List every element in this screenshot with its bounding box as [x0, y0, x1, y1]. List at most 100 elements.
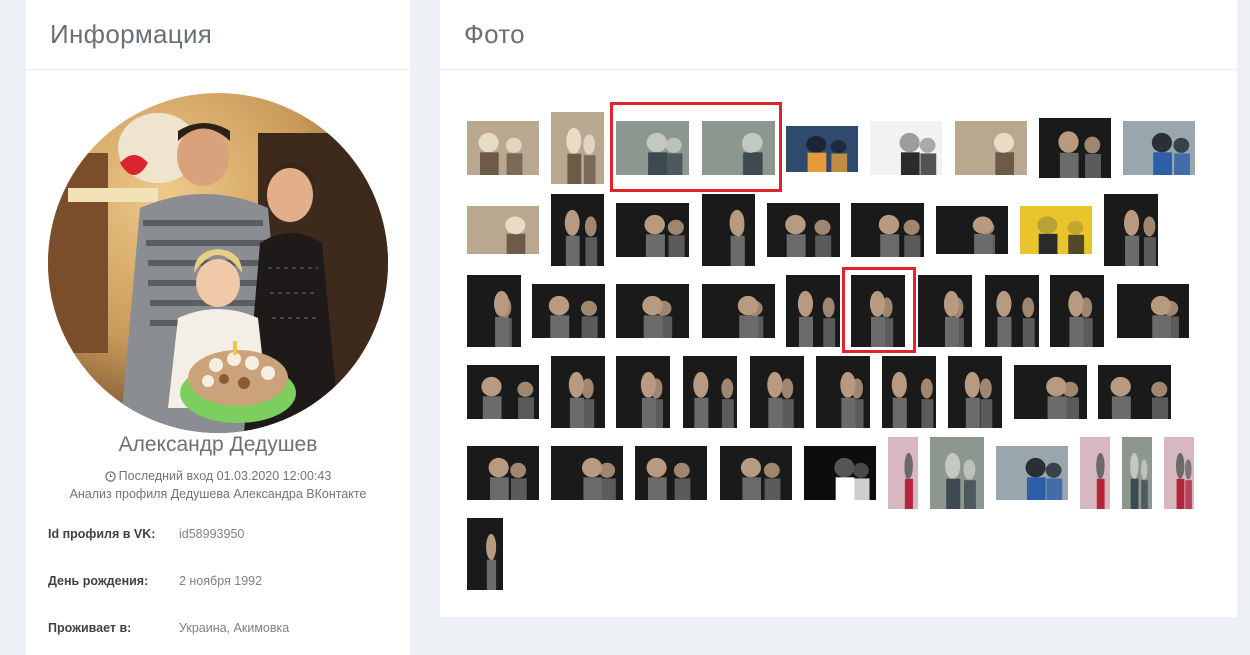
photo-image [948, 356, 1002, 428]
photo-image [1014, 365, 1087, 419]
photos-card-header: Фото [440, 0, 1237, 70]
photo-thumbnail[interactable] [467, 206, 539, 254]
photo-thumbnail[interactable] [616, 121, 689, 175]
field-label: Проживает в: [48, 621, 132, 635]
photo-image [702, 121, 775, 175]
photo-image [1080, 437, 1110, 509]
photo-thumbnail[interactable] [467, 446, 539, 500]
photo-image [930, 437, 984, 509]
photo-image [467, 206, 539, 254]
photo-thumbnail[interactable] [870, 121, 942, 175]
photo-thumbnail[interactable] [1050, 275, 1104, 347]
photo-image [720, 446, 792, 500]
photo-thumbnail[interactable] [996, 446, 1068, 500]
photo-image [683, 356, 737, 428]
photo-thumbnail[interactable] [1123, 121, 1195, 175]
photo-thumbnail[interactable] [616, 284, 689, 338]
photo-thumbnail[interactable] [616, 203, 689, 257]
info-card-header: Информация [26, 0, 410, 70]
photo-thumbnail[interactable] [786, 126, 858, 172]
photo-thumbnail[interactable] [1098, 365, 1171, 419]
photo-image [816, 356, 870, 428]
photo-thumbnail[interactable] [882, 356, 936, 428]
photo-thumbnail[interactable] [851, 203, 924, 257]
photo-thumbnail[interactable] [551, 112, 604, 184]
photo-image [616, 356, 670, 428]
photo-thumbnail[interactable] [702, 194, 755, 266]
photo-image [467, 518, 503, 590]
field-location: Проживает в: Украина, Акимовка [48, 621, 388, 635]
photo-thumbnail[interactable] [551, 446, 623, 500]
photo-thumbnail[interactable] [1014, 365, 1087, 419]
photo-image [870, 121, 942, 175]
photo-thumbnail[interactable] [1104, 194, 1158, 266]
photo-thumbnail[interactable] [467, 518, 503, 590]
info-card: Информация Александр Дедушев Последний в… [26, 0, 410, 655]
photo-image [918, 275, 972, 347]
photo-thumbnail[interactable] [1020, 206, 1092, 254]
photo-thumbnail[interactable] [702, 121, 775, 175]
photo-thumbnail[interactable] [635, 446, 707, 500]
photo-thumbnail[interactable] [816, 356, 870, 428]
photo-image [882, 356, 936, 428]
photo-thumbnail[interactable] [467, 121, 539, 175]
photo-image [467, 446, 539, 500]
photo-thumbnail[interactable] [955, 121, 1027, 175]
photo-thumbnail[interactable] [532, 284, 605, 338]
photo-image [786, 275, 840, 347]
photo-thumbnail[interactable] [767, 203, 840, 257]
photo-thumbnail[interactable] [683, 356, 737, 428]
photo-image [1050, 275, 1104, 347]
photo-image [1164, 437, 1194, 509]
photo-thumbnail[interactable] [1164, 437, 1194, 509]
photo-thumbnail[interactable] [1080, 437, 1110, 509]
photo-thumbnail[interactable] [1117, 284, 1189, 338]
avatar-photo [48, 93, 388, 433]
photo-thumbnail[interactable] [985, 275, 1039, 347]
photo-thumbnail[interactable] [948, 356, 1002, 428]
photo-thumbnail[interactable] [467, 275, 521, 347]
photo-thumbnail[interactable] [616, 356, 670, 428]
photo-image [702, 284, 775, 338]
photo-thumbnail[interactable] [750, 356, 804, 428]
photo-image [888, 437, 918, 509]
photo-thumbnail[interactable] [551, 356, 605, 428]
photo-thumbnail[interactable] [786, 275, 840, 347]
info-title: Информация [50, 19, 213, 49]
field-label: Id профиля в VK: [48, 527, 156, 541]
photo-image [532, 284, 605, 338]
photo-thumbnail[interactable] [936, 206, 1008, 254]
photo-image [767, 203, 840, 257]
photo-image [851, 275, 905, 347]
photo-thumbnail[interactable] [918, 275, 972, 347]
photo-image [804, 446, 876, 500]
photo-thumbnail[interactable] [551, 194, 604, 266]
photo-image [616, 121, 689, 175]
clock-icon [104, 470, 116, 482]
photo-thumbnail[interactable] [702, 284, 775, 338]
photos-title: Фото [464, 19, 525, 49]
photo-thumbnail[interactable] [804, 446, 876, 500]
photo-image [635, 446, 707, 500]
photo-thumbnail[interactable] [720, 446, 792, 500]
photo-image [551, 194, 604, 266]
photo-image [955, 121, 1027, 175]
photo-thumbnail[interactable] [1122, 437, 1152, 509]
photo-thumbnail[interactable] [851, 275, 905, 347]
photo-thumbnail[interactable] [888, 437, 918, 509]
photo-image [702, 194, 755, 266]
field-value: 2 ноября 1992 [179, 574, 263, 588]
photo-image [936, 206, 1008, 254]
photo-image [616, 284, 689, 338]
photo-image [467, 121, 539, 175]
photo-image [996, 446, 1068, 500]
last-visit-text: Последний вход 01.03.2020 12:00:43 [118, 469, 332, 483]
profile-avatar[interactable] [48, 93, 388, 433]
field-vk-id: Id профиля в VK: id58993950 [48, 527, 388, 541]
photo-thumbnail[interactable] [467, 365, 539, 419]
photo-image [1122, 437, 1152, 509]
photo-thumbnail[interactable] [1039, 118, 1111, 178]
photo-image [467, 275, 521, 347]
photo-image [551, 356, 605, 428]
photo-thumbnail[interactable] [930, 437, 984, 509]
